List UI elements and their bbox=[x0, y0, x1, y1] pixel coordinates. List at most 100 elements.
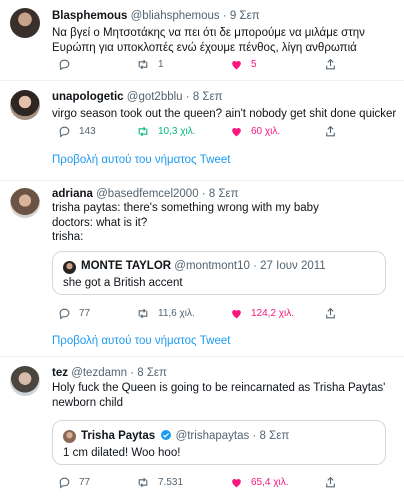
reply-count: 77 bbox=[79, 307, 91, 319]
tweet-header: Blasphemous @bliahsphemous · 9 Σεπ bbox=[52, 9, 260, 23]
tweet-date[interactable]: 9 Σεπ bbox=[230, 10, 260, 22]
tweet-actions: 77 11,6 χιλ. 124,2 χιλ. bbox=[52, 305, 352, 321]
reply-count: 77 bbox=[79, 476, 91, 488]
like-icon bbox=[232, 60, 241, 69]
retweet-count: 11,6 χιλ. bbox=[158, 307, 195, 319]
tweet[interactable]: Blasphemous @bliahsphemous · 9 Σεπ Να βγ… bbox=[0, 0, 404, 80]
quoted-text: she got a British accent bbox=[63, 277, 183, 289]
quoted-header: MONTE TAYLOR @montmont10 · 27 Ιουν 2011 bbox=[81, 260, 326, 272]
like-count: 65,4 χιλ. bbox=[251, 476, 289, 488]
tweet-actions: 77 7.531 65,4 χιλ. bbox=[52, 474, 352, 490]
tweet-actions: 1 5 bbox=[52, 56, 352, 72]
tweet-text: Holy fuck the Queen is going to be reinc… bbox=[52, 382, 386, 409]
reply-button[interactable]: 77 bbox=[58, 305, 90, 321]
reply-icon bbox=[59, 126, 70, 137]
tweet-text-line: trisha: bbox=[52, 231, 84, 243]
share-button[interactable] bbox=[324, 474, 337, 490]
author-name[interactable]: tez bbox=[52, 367, 68, 379]
like-count: 5 bbox=[251, 58, 257, 70]
share-button[interactable] bbox=[324, 305, 337, 321]
retweet-button[interactable]: 1 bbox=[136, 56, 164, 72]
like-button[interactable]: 60 χιλ. bbox=[230, 123, 280, 139]
tweet-text: trisha paytas: there's something wrong w… bbox=[52, 201, 397, 245]
quoted-text: 1 cm dilated! Woo hoo! bbox=[63, 447, 181, 459]
show-thread-link[interactable]: Προβολή αυτού του νήματος Tweet bbox=[52, 154, 230, 166]
like-count: 60 χιλ. bbox=[251, 125, 281, 137]
retweet-count: 10,3 χιλ. bbox=[158, 125, 196, 137]
tweet-header: adriana @basedfemcel2000 · 8 Σεπ bbox=[52, 187, 239, 201]
reply-icon bbox=[59, 59, 70, 70]
like-button[interactable]: 5 bbox=[230, 56, 257, 72]
reply-count: 143 bbox=[79, 125, 96, 137]
avatar[interactable] bbox=[10, 8, 40, 38]
retweet-icon bbox=[138, 126, 148, 136]
share-button[interactable] bbox=[324, 56, 337, 72]
retweet-count: 1 bbox=[158, 58, 164, 70]
separator-dot: · bbox=[253, 260, 257, 272]
tweet[interactable]: tez @tezdamn · 8 Σεπ Holy fuck the Queen… bbox=[0, 357, 404, 499]
show-thread-link[interactable]: Προβολή αυτού του νήματος Tweet bbox=[52, 335, 230, 347]
quoted-author-handle: @montmont10 bbox=[174, 260, 250, 272]
share-button[interactable] bbox=[324, 123, 337, 139]
author-name[interactable]: Blasphemous bbox=[52, 10, 127, 22]
tweet[interactable]: unapologetic @got2bblu · 8 Σεπ virgo sea… bbox=[0, 81, 404, 179]
separator-dot: · bbox=[130, 367, 135, 379]
author-handle[interactable]: @tezdamn bbox=[71, 367, 127, 379]
tweet-date[interactable]: 8 Σεπ bbox=[209, 188, 239, 200]
separator-dot: · bbox=[185, 91, 190, 103]
avatar[interactable] bbox=[10, 188, 40, 218]
quoted-author-name: Trisha Paytas bbox=[81, 430, 156, 442]
retweet-button[interactable]: 11,6 χιλ. bbox=[136, 305, 195, 321]
share-icon bbox=[326, 125, 335, 136]
tweet-date[interactable]: 8 Σεπ bbox=[137, 367, 167, 379]
tweet-text: Να βγεί ο Μητσοτάκης να πει ότι δε μπορο… bbox=[52, 27, 365, 54]
tweet-text-line: trisha paytas: there's something wrong w… bbox=[52, 202, 319, 214]
reply-button[interactable] bbox=[58, 56, 79, 72]
tweet-header: unapologetic @got2bblu · 8 Σεπ bbox=[52, 90, 223, 104]
quoted-tweet[interactable]: MONTE TAYLOR @montmont10 · 27 Ιουν 2011 … bbox=[52, 251, 386, 295]
like-count: 124,2 χιλ. bbox=[251, 307, 295, 319]
retweet-icon bbox=[138, 308, 148, 318]
tweet[interactable]: adriana @basedfemcel2000 · 8 Σεπ trisha … bbox=[0, 181, 404, 355]
quoted-avatar bbox=[63, 430, 76, 443]
separator-dot: · bbox=[222, 10, 227, 22]
quoted-author-handle: @trishapaytas bbox=[175, 430, 250, 442]
reply-icon bbox=[59, 477, 70, 488]
reply-icon bbox=[59, 308, 70, 319]
like-icon bbox=[232, 309, 241, 318]
quoted-date: 8 Σεπ bbox=[259, 430, 290, 442]
reply-button[interactable]: 77 bbox=[58, 474, 90, 490]
quoted-tweet[interactable]: Trisha Paytas @trishapaytas · 8 Σεπ 1 cm… bbox=[52, 420, 386, 465]
verified-badge-icon bbox=[161, 430, 172, 440]
tweet-actions: 143 10,3 χιλ. 60 χιλ. bbox=[52, 123, 352, 139]
tweet-text: virgo season took out the queen? ain't n… bbox=[52, 108, 397, 120]
share-icon bbox=[326, 58, 335, 69]
tweet-text-line: doctors: what is it? bbox=[52, 216, 148, 229]
quoted-header: Trisha Paytas @trishapaytas · 8 Σεπ bbox=[81, 429, 289, 442]
like-icon bbox=[232, 127, 241, 136]
author-name[interactable]: unapologetic bbox=[52, 91, 124, 103]
retweet-count: 7.531 bbox=[158, 476, 184, 488]
author-handle[interactable]: @bliahsphemous bbox=[131, 10, 220, 22]
tweet-date[interactable]: 8 Σεπ bbox=[193, 91, 223, 103]
quoted-author-name: MONTE TAYLOR bbox=[81, 260, 172, 272]
author-handle[interactable]: @got2bblu bbox=[127, 91, 183, 103]
like-button[interactable]: 124,2 χιλ. bbox=[230, 305, 294, 321]
separator-dot: · bbox=[201, 188, 206, 200]
author-handle[interactable]: @basedfemcel2000 bbox=[96, 188, 198, 200]
share-icon bbox=[326, 307, 335, 318]
like-button[interactable]: 65,4 χιλ. bbox=[230, 474, 289, 490]
retweet-button[interactable]: 7.531 bbox=[136, 474, 183, 490]
retweet-button[interactable]: 10,3 χιλ. bbox=[136, 123, 196, 139]
quoted-avatar bbox=[63, 261, 76, 274]
avatar[interactable] bbox=[10, 90, 40, 120]
quoted-date: 27 Ιουν 2011 bbox=[260, 260, 326, 272]
separator-dot: · bbox=[252, 430, 257, 442]
retweet-icon bbox=[138, 59, 148, 69]
reply-button[interactable]: 143 bbox=[58, 123, 96, 139]
share-icon bbox=[326, 476, 335, 487]
retweet-icon bbox=[138, 477, 148, 487]
avatar[interactable] bbox=[10, 366, 40, 396]
author-name[interactable]: adriana bbox=[52, 188, 93, 200]
like-icon bbox=[232, 478, 241, 487]
